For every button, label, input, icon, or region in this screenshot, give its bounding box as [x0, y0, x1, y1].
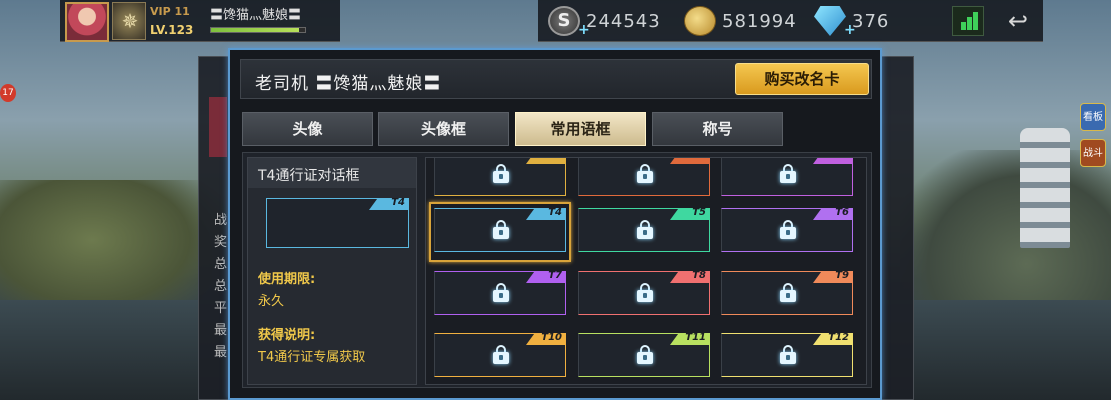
frame-item[interactable] [434, 158, 566, 196]
lock-icon [780, 220, 796, 239]
side-menu-icon-2[interactable]: 战斗 [1080, 139, 1106, 167]
lock-icon [780, 164, 796, 183]
scenery-lighthouse [1020, 128, 1070, 248]
diamond-icon [814, 6, 846, 36]
frame-tier-label: T10 [541, 332, 562, 343]
avatar[interactable] [65, 2, 109, 42]
gold-coin-icon [684, 6, 716, 36]
item-preview-frame: T4 [266, 198, 409, 248]
selected-frame-highlight [429, 202, 571, 262]
silver-icon-letter: S [557, 10, 571, 31]
frame-tier-label: T6 [835, 207, 849, 218]
lock-icon [780, 283, 796, 302]
dialog-header: 老司机 〓馋猫灬魅娘〓 购买改名卡 [240, 59, 872, 99]
lock-icon [637, 164, 653, 183]
notification-badge[interactable]: 17 [0, 84, 16, 102]
lock-icon [493, 164, 509, 183]
frame-tier-label: T12 [828, 332, 849, 343]
vip-level: VIP 11 [150, 5, 190, 18]
gold-currency[interactable]: 581994 [684, 4, 814, 38]
item-preview-tag: T4 [391, 197, 405, 208]
content-area: T4通行证对话框 T4 使用期限: 永久 获得说明: T4通行证专属获取 T4 T… [242, 152, 872, 388]
item-detail-title: T4通行证对话框 [248, 158, 416, 188]
frame-tier-label: T5 [692, 207, 706, 218]
frame-item[interactable]: T8 [578, 271, 710, 315]
frame-item[interactable]: T12 [721, 333, 853, 377]
gem-amount: 376 [852, 11, 890, 32]
rank-badge-icon: ✵ [112, 2, 146, 40]
frame-item[interactable]: T11 [578, 333, 710, 377]
frame-tier-label: T7 [548, 270, 562, 281]
lock-icon [493, 345, 509, 364]
frame-tier-label: T9 [835, 270, 849, 281]
player-hud[interactable]: ✵ VIP 11 LV.123 〓馋猫灬魅娘〓 [60, 0, 340, 42]
silver-currency[interactable]: S + 244543 [548, 4, 678, 38]
obtain-value: T4通行证专属获取 [258, 350, 366, 365]
lock-icon [637, 345, 653, 364]
background-side-labels: 战奖总总平最最 [214, 213, 228, 360]
gem-currency[interactable]: + 376 [814, 4, 934, 38]
dialog-title: 老司机 〓馋猫灬魅娘〓 [255, 74, 442, 94]
signal-strength-icon [952, 6, 984, 36]
tab-chat-frame[interactable]: 常用语框 [515, 112, 646, 146]
gold-amount: 581994 [722, 11, 797, 32]
profile-customize-dialog: 老司机 〓馋猫灬魅娘〓 购买改名卡 头像 头像框 常用语框 称号 T4通行证对话… [228, 48, 882, 400]
lock-icon [637, 283, 653, 302]
frame-item[interactable] [578, 158, 710, 196]
xp-bar [210, 27, 306, 33]
xp-bar-fill [211, 28, 300, 32]
lock-icon [637, 220, 653, 239]
player-name: 〓馋猫灬魅娘〓 [210, 8, 302, 23]
frame-item[interactable]: T7 [434, 271, 566, 315]
lock-icon [493, 283, 509, 302]
silver-coin-icon: S [548, 6, 580, 36]
tab-avatar-frame[interactable]: 头像框 [378, 112, 509, 146]
rank-glyph: ✵ [121, 9, 139, 33]
currency-bar: S + 244543 581994 + 376 ↩ [538, 0, 1043, 42]
back-button[interactable]: ↩ [1000, 6, 1036, 36]
frame-item[interactable]: T10 [434, 333, 566, 377]
buy-rename-card-button[interactable]: 购买改名卡 [735, 63, 869, 95]
tab-bar: 头像 头像框 常用语框 称号 [242, 112, 802, 146]
frame-item[interactable]: T5 [578, 208, 710, 252]
frame-tier-label: T11 [685, 332, 706, 343]
tab-avatar[interactable]: 头像 [242, 112, 373, 146]
item-detail-panel: T4通行证对话框 T4 使用期限: 永久 获得说明: T4通行证专属获取 [247, 157, 417, 385]
duration-value: 永久 [258, 294, 285, 309]
frame-tier-label: T8 [692, 270, 706, 281]
frame-item[interactable]: T6 [721, 208, 853, 252]
player-level: LV.123 [150, 23, 194, 37]
side-menu-icon-1[interactable]: 看板 [1080, 103, 1106, 131]
frame-item[interactable]: T9 [721, 271, 853, 315]
frame-grid: T4 T5 T6 T7 T8 T9 T10 T11 T12 [425, 157, 867, 385]
duration-label: 使用期限: [258, 272, 316, 287]
frame-item[interactable] [721, 158, 853, 196]
tab-title[interactable]: 称号 [652, 112, 783, 146]
lock-icon [780, 345, 796, 364]
silver-amount: 244543 [586, 11, 661, 32]
obtain-label: 获得说明: [258, 328, 316, 343]
